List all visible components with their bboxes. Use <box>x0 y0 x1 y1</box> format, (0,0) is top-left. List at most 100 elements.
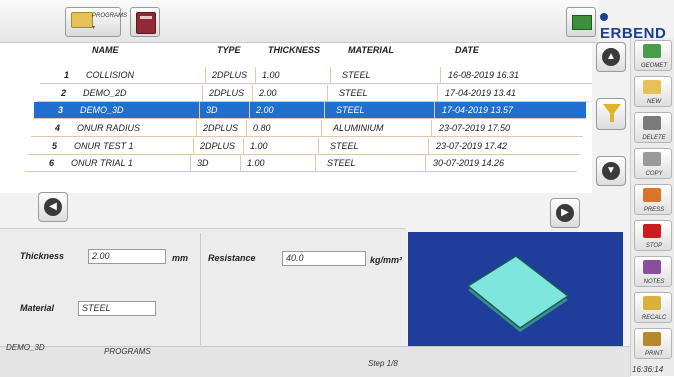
side-button-press[interactable]: PRESS <box>634 184 672 215</box>
side-button-label: COPY <box>645 171 663 177</box>
arrow-up-icon: ▲ <box>602 48 620 66</box>
delete-icon <box>643 116 661 130</box>
cell-name: COLLISION <box>86 70 135 80</box>
status-section: PROGRAMS <box>104 347 151 356</box>
side-button-print[interactable]: PRINT <box>634 328 672 359</box>
cell-date: 23-07-2019 17.50 <box>439 123 511 133</box>
cell-type: 2DPLUS <box>200 141 236 151</box>
col-header-date: DATE <box>455 45 479 55</box>
side-button-label: DELETE <box>642 135 666 141</box>
press-icon <box>643 188 661 202</box>
part-3d-icon <box>466 255 570 332</box>
program-details-form: Thickness 2.00 mm Resistance 40.0 kg/mm²… <box>0 228 406 347</box>
print-icon <box>643 332 661 346</box>
programs-label: PROGRAMS <box>92 13 128 19</box>
table-row[interactable]: 3 DEMO_3D 3D 2.00 STEEL 17-04-2019 13.57 <box>34 102 586 119</box>
row-number: 6 <box>49 158 55 168</box>
arrow-right-icon: ▶ <box>556 204 574 222</box>
table-row[interactable]: 6 ONUR TRIAL 1 3D 1.00 STEEL 30-07-2019 14.26 <box>25 155 577 172</box>
cell-name: ONUR TRIAL 1 <box>71 158 133 168</box>
table-row[interactable]: 2 DEMO_2D 2DPLUS 2.00 STEEL 17-04-2019 13.41 <box>37 85 589 102</box>
card-icon <box>572 15 592 30</box>
program-card-button[interactable] <box>566 7 596 37</box>
side-button-label: PRINT <box>645 351 663 357</box>
program-table: NAME TYPE THICKNESS MATERIAL DATE 1 COLLI… <box>0 43 592 193</box>
cell-date: 23-07-2019 17.42 <box>436 141 508 151</box>
scroll-left-button[interactable]: ◀ <box>38 192 68 222</box>
cell-date: 17-04-2019 13.57 <box>442 105 514 115</box>
material-field[interactable]: STEEL <box>78 301 156 316</box>
row-number: 4 <box>55 123 61 133</box>
col-header-name: NAME <box>92 45 119 55</box>
side-button-recalc[interactable]: RECALC <box>634 292 672 323</box>
thickness-label: Thickness <box>20 251 65 261</box>
side-button-label: PRESS <box>643 207 665 213</box>
thickness-unit: mm <box>172 253 189 263</box>
cell-material: STEEL <box>336 105 365 115</box>
cell-thickness: 1.00 <box>247 158 265 168</box>
status-time: 16:36:14 <box>632 365 664 374</box>
cell-material: STEEL <box>339 88 368 98</box>
scroll-down-button[interactable]: ▼ <box>596 156 626 186</box>
cell-type: 3D <box>206 105 218 115</box>
cell-date: 30-07-2019 14.26 <box>433 158 505 168</box>
form-divider <box>200 233 201 345</box>
cell-thickness: 1.00 <box>250 141 268 151</box>
side-button-notes[interactable]: NOTES <box>634 256 672 287</box>
arrow-down-icon: ▼ <box>602 162 620 180</box>
row-number: 3 <box>58 105 64 115</box>
status-program: DEMO_3D <box>6 343 45 352</box>
col-header-thickness: THICKNESS <box>268 45 321 55</box>
resistance-unit: kg/mm² <box>370 255 403 265</box>
col-header-material: MATERIAL <box>348 45 394 55</box>
side-button-label: STOP <box>645 243 663 249</box>
programs-indicator: ▾ <box>92 25 96 31</box>
scroll-right-button[interactable]: ▶ <box>550 198 580 228</box>
side-button-label: NEW <box>647 99 661 105</box>
side-button-label: NOTES <box>643 279 665 285</box>
logo-mark-icon <box>600 13 608 22</box>
cell-thickness: 2.00 <box>256 105 274 115</box>
cell-material: STEEL <box>327 158 356 168</box>
cell-name: DEMO_2D <box>83 88 127 98</box>
material-label: Material <box>20 303 55 313</box>
side-action-panel: GEOMET NEW DELETE COPY PRESS STOP NOTES RECALC P… <box>630 38 674 376</box>
arrow-left-icon: ◀ <box>44 198 62 216</box>
table-row[interactable]: 5 ONUR TEST 1 2DPLUS 1.00 STEEL 23-07-2019 17… <box>28 138 580 155</box>
side-button-label: GEOMET <box>640 63 667 69</box>
side-button-new[interactable]: NEW <box>634 76 672 107</box>
side-button-label: RECALC <box>641 315 667 321</box>
table-row[interactable]: 1 COLLISION 2DPLUS 1.00 STEEL 16-08-2019 16.3… <box>40 67 592 84</box>
cell-thickness: 2.00 <box>259 88 277 98</box>
top-toolbar: PROGRAMS ▾ <box>0 0 598 43</box>
cell-thickness: 0.80 <box>253 123 271 133</box>
cell-type: 2DPLUS <box>203 123 239 133</box>
thickness-field[interactable]: 2.00 <box>88 249 166 264</box>
resistance-field[interactable]: 40.0 <box>282 251 366 266</box>
row-number: 5 <box>52 141 58 151</box>
table-header: NAME TYPE THICKNESS MATERIAL DATE <box>0 43 592 58</box>
cell-type: 3D <box>197 158 209 168</box>
side-button-delete[interactable]: DELETE <box>634 112 672 143</box>
notes-icon <box>643 260 661 274</box>
side-button-geomet[interactable]: GEOMET <box>634 40 672 71</box>
side-button-copy[interactable]: COPY <box>634 148 672 179</box>
row-number: 2 <box>61 88 67 98</box>
folder-icon <box>71 12 93 28</box>
cell-date: 16-08-2019 16.31 <box>448 70 520 80</box>
cell-name: DEMO_3D <box>80 105 124 115</box>
database-button[interactable] <box>130 7 160 37</box>
col-header-type: TYPE <box>217 45 241 55</box>
scroll-up-button[interactable]: ▲ <box>596 42 626 72</box>
status-step: Step 1/8 <box>368 359 398 368</box>
programs-button[interactable]: PROGRAMS ▾ <box>65 7 127 37</box>
side-button-stop[interactable]: STOP <box>634 220 672 251</box>
resistance-label: Resistance <box>208 253 256 263</box>
filter-button[interactable] <box>596 98 626 130</box>
geomet-icon <box>643 44 661 58</box>
table-row[interactable]: 4 ONUR RADIUS 2DPLUS 0.80 ALUMINIUM 23-07-201… <box>31 120 583 137</box>
cell-type: 2DPLUS <box>209 88 245 98</box>
copy-icon <box>643 152 661 166</box>
recalc-icon <box>643 296 661 310</box>
app-screen: PROGRAMS ▾ ERBEND NAME TYPE THICKNESS MA… <box>0 0 674 377</box>
